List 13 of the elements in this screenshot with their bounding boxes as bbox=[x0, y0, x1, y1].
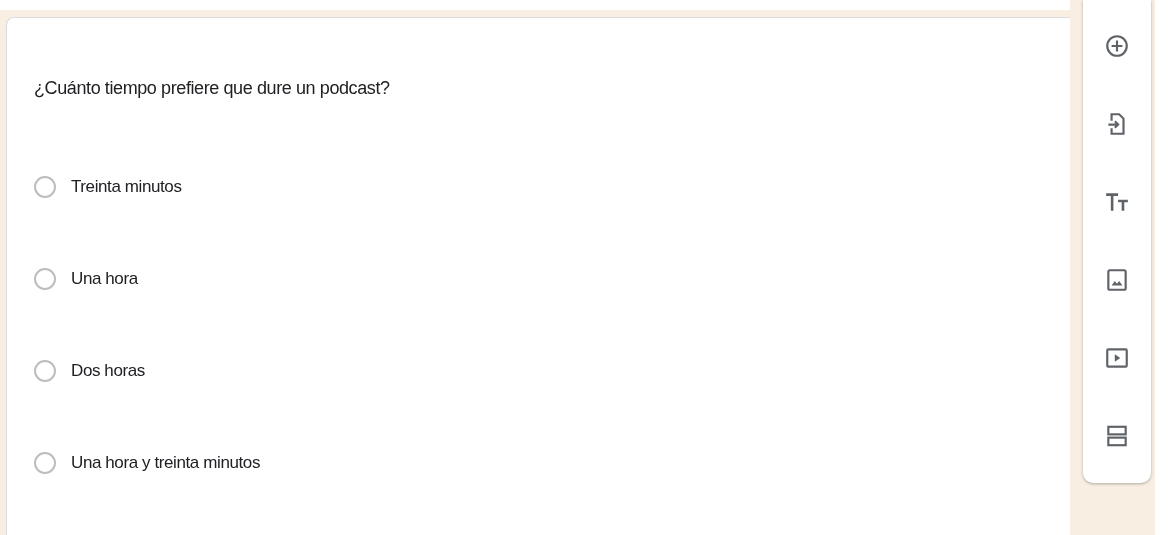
option-label: Treinta minutos bbox=[71, 177, 182, 197]
radio-button[interactable] bbox=[34, 176, 56, 198]
option-label: Una hora y treinta minutos bbox=[71, 453, 260, 473]
option-label: Dos horas bbox=[71, 361, 145, 381]
section-icon[interactable] bbox=[1104, 423, 1130, 449]
radio-button[interactable] bbox=[34, 360, 56, 382]
image-icon[interactable] bbox=[1104, 267, 1130, 293]
video-icon[interactable] bbox=[1104, 345, 1130, 371]
radio-button[interactable] bbox=[34, 452, 56, 474]
question-title: ¿Cuánto tiempo prefiere que dure un podcast? bbox=[34, 78, 391, 99]
radio-button[interactable] bbox=[34, 268, 56, 290]
add-icon[interactable] bbox=[1104, 33, 1130, 59]
option-label: Una hora bbox=[71, 269, 138, 289]
